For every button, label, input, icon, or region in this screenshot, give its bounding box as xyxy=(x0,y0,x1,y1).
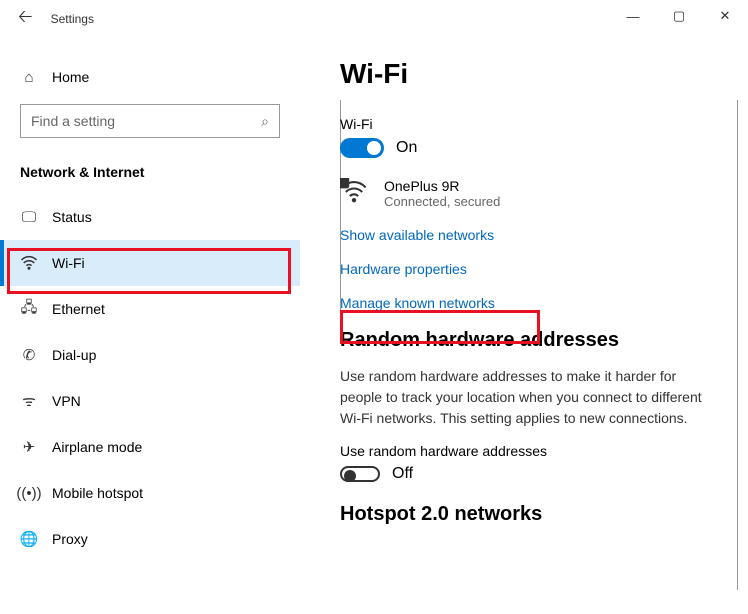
sidebar-item-label: Ethernet xyxy=(52,301,105,317)
manage-known-networks-link[interactable]: Manage known networks xyxy=(340,295,728,311)
sidebar-item-dialup[interactable]: ✆ Dial-up xyxy=(0,332,300,378)
airplane-icon: ✈ xyxy=(20,438,38,456)
wifi-toggle[interactable] xyxy=(340,138,384,158)
dialup-icon: ✆ xyxy=(20,346,38,364)
hotspot-title: Hotspot 2.0 networks xyxy=(340,503,728,526)
sidebar-item-vpn[interactable]: ᯤ VPN xyxy=(0,378,300,424)
back-button[interactable]: 🡠 xyxy=(18,4,33,34)
scrollbar[interactable] xyxy=(737,100,738,590)
sidebar-item-proxy[interactable]: 🌐 Proxy xyxy=(0,516,300,562)
sidebar-item-airplane[interactable]: ✈ Airplane mode xyxy=(0,424,300,470)
random-addresses-title: Random hardware addresses xyxy=(340,329,728,352)
sidebar-item-label: Mobile hotspot xyxy=(52,485,143,501)
sidebar-item-wifi[interactable]: Wi-Fi xyxy=(0,240,300,286)
home-nav[interactable]: ⌂ Home xyxy=(0,58,300,96)
random-addresses-desc: Use random hardware addresses to make it… xyxy=(340,366,710,429)
random-toggle-label: Use random hardware addresses xyxy=(340,443,728,459)
window-title: Settings xyxy=(51,12,94,26)
sidebar-item-label: Status xyxy=(52,209,92,225)
wifi-icon xyxy=(20,254,38,272)
sidebar-item-label: Proxy xyxy=(52,531,88,547)
wifi-state: On xyxy=(396,139,417,157)
sidebar-item-label: Airplane mode xyxy=(52,439,142,455)
home-icon: ⌂ xyxy=(20,68,38,86)
sidebar-item-label: VPN xyxy=(52,393,81,409)
sidebar-item-hotspot[interactable]: ((•)) Mobile hotspot xyxy=(0,470,300,516)
search-icon: ⌕ xyxy=(261,113,269,130)
sidebar-item-label: Dial-up xyxy=(52,347,96,363)
wifi-label: Wi-Fi xyxy=(340,116,728,132)
ethernet-icon: 🖧 xyxy=(20,300,38,318)
search-input[interactable]: Find a setting ⌕ xyxy=(20,104,280,138)
page-title: Wi-Fi xyxy=(340,58,728,90)
home-label: Home xyxy=(52,69,89,85)
vpn-icon: ᯤ xyxy=(20,392,38,410)
category-header: Network & Internet xyxy=(0,156,300,194)
status-icon: 🖵 xyxy=(20,208,38,226)
proxy-icon: 🌐 xyxy=(20,530,38,548)
random-addresses-toggle[interactable] xyxy=(340,466,380,482)
search-placeholder: Find a setting xyxy=(31,113,115,129)
random-state: Off xyxy=(392,465,413,483)
wifi-secure-icon xyxy=(340,178,368,206)
close-button[interactable]: ✕ xyxy=(702,0,748,32)
hotspot-icon: ((•)) xyxy=(20,484,38,502)
sidebar-item-status[interactable]: 🖵 Status xyxy=(0,194,300,240)
network-status: Connected, secured xyxy=(384,194,500,209)
sidebar-item-label: Wi-Fi xyxy=(52,255,85,271)
hardware-properties-link[interactable]: Hardware properties xyxy=(340,261,728,277)
maximize-button[interactable]: ▢ xyxy=(656,0,702,32)
sidebar-item-ethernet[interactable]: 🖧 Ethernet xyxy=(0,286,300,332)
show-available-link[interactable]: Show available networks xyxy=(340,227,728,243)
minimize-button[interactable]: — xyxy=(610,0,656,32)
network-name: OnePlus 9R xyxy=(384,178,500,194)
